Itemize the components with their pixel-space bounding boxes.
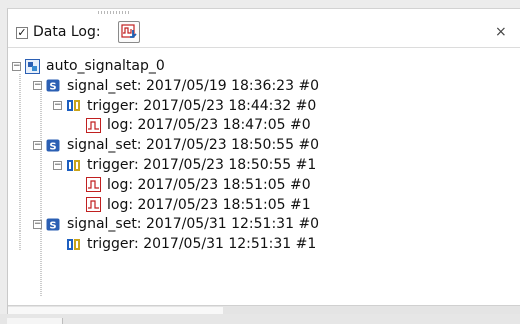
tree-item-label: auto_signaltap_0 — [46, 58, 165, 74]
log-icon — [86, 117, 101, 133]
data-log-panel: ✓ Data Log: × − auto_signaltap_0− Ssignal_… — [7, 8, 520, 316]
tree-row[interactable]: − Ssignal_set: 2017/05/31 12:51:31 #0 — [33, 214, 319, 234]
svg-text:S: S — [49, 82, 56, 93]
bottom-strip — [0, 314, 520, 324]
trigger-icon — [66, 237, 81, 252]
tree-row[interactable]: − Ssignal_set: 2017/05/19 18:36:23 #0 — [33, 76, 319, 96]
log-icon — [86, 197, 101, 213]
trigger-icon — [66, 98, 81, 113]
signal-set-icon: S — [46, 78, 61, 93]
data-log-tree: − auto_signaltap_0− Ssignal_set: 2017/05/1… — [8, 47, 520, 297]
bottom-tab[interactable] — [7, 318, 63, 324]
collapse-toggle-icon[interactable]: − — [33, 140, 42, 150]
tree-item-label: log: 2017/05/23 18:51:05 #0 — [107, 176, 311, 193]
svg-text:S: S — [49, 141, 56, 152]
signal-set-icon: S — [46, 217, 61, 232]
signal-set-icon: S — [46, 138, 61, 153]
data-log-label: Data Log: — [33, 24, 101, 40]
collapse-toggle-icon[interactable]: − — [33, 219, 42, 229]
tree-row[interactable]: − trigger: 2017/05/23 18:50:55 #1 — [53, 155, 316, 175]
trigger-icon — [66, 158, 81, 173]
tree-row[interactable]: log: 2017/05/23 18:51:05 #0 — [73, 175, 311, 195]
svg-text:S: S — [49, 220, 56, 231]
tree-row[interactable]: trigger: 2017/05/31 12:51:31 #1 — [53, 234, 316, 254]
collapse-toggle-icon[interactable]: − — [12, 61, 21, 71]
data-log-checkbox[interactable]: ✓ — [16, 27, 28, 39]
tree-item-label: signal_set: 2017/05/19 18:36:23 #0 — [67, 77, 320, 94]
tree-item-label: trigger: 2017/05/23 18:50:55 #1 — [87, 157, 317, 173]
tree-row[interactable]: log: 2017/05/23 18:51:05 #1 — [73, 195, 311, 215]
tree-row[interactable]: log: 2017/05/23 18:47:05 #0 — [73, 115, 311, 135]
tree-row[interactable]: − trigger: 2017/05/23 18:44:32 #0 — [53, 96, 316, 116]
collapse-toggle-icon[interactable]: − — [53, 101, 62, 111]
tree-item-label: log: 2017/05/23 18:47:05 #0 — [107, 117, 311, 134]
tree-item-label: trigger: 2017/05/23 18:44:32 #0 — [87, 97, 317, 114]
data-log-icon — [121, 24, 137, 38]
tree-item-label: trigger: 2017/05/31 12:51:31 #1 — [87, 236, 317, 253]
data-log-button[interactable] — [118, 21, 140, 43]
tree-row[interactable]: − auto_signaltap_0 — [12, 56, 165, 76]
toolbar: ✓ Data Log: × — [8, 9, 520, 48]
tree-item-label: log: 2017/05/23 18:51:05 #1 — [107, 196, 311, 213]
instance-icon — [25, 58, 40, 74]
tree-item-label: signal_set: 2017/05/23 18:50:55 #0 — [67, 137, 320, 154]
collapse-toggle-icon[interactable]: − — [33, 81, 42, 91]
tree-row[interactable]: − Ssignal_set: 2017/05/23 18:50:55 #0 — [33, 135, 319, 155]
collapse-toggle-icon[interactable]: − — [53, 160, 62, 170]
tree-item-label: signal_set: 2017/05/31 12:51:31 #0 — [67, 216, 320, 233]
close-icon[interactable]: × — [495, 24, 507, 40]
log-icon — [86, 177, 101, 193]
